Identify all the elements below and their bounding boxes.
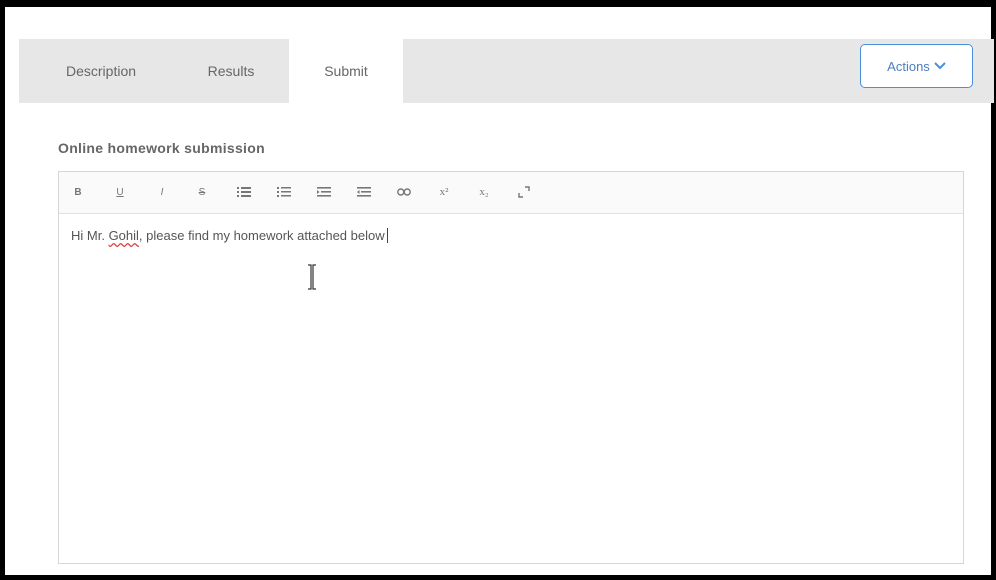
tab-results[interactable]: Results [185, 39, 277, 103]
superscript-icon[interactable]: x² [433, 182, 455, 202]
rich-text-editor: B U I S x² x₂ Hi Mr. Gohil, please find … [58, 171, 964, 564]
outdent-icon[interactable] [353, 182, 375, 202]
numbered-list-icon[interactable] [273, 182, 295, 202]
text-cursor-icon [306, 264, 318, 295]
subscript-icon[interactable]: x₂ [473, 182, 495, 202]
window-frame: Description Results Submit Actions Onlin… [0, 0, 996, 580]
link-icon[interactable] [393, 182, 415, 202]
tab-description[interactable]: Description [41, 39, 161, 103]
underline-label: U [116, 186, 124, 198]
underline-icon[interactable]: U [109, 182, 131, 202]
bullet-list-icon[interactable] [233, 182, 255, 202]
editor-toolbar: B U I S x² x₂ [59, 172, 963, 214]
misspelled-word: Gohil [108, 228, 139, 243]
actions-label: Actions [887, 58, 930, 74]
editor-content[interactable]: Hi Mr. Gohil, please find my homework at… [71, 228, 388, 243]
chevron-down-icon [934, 62, 946, 70]
tab-submit[interactable]: Submit [289, 39, 403, 103]
tab-bar: Description Results Submit Actions [19, 39, 994, 103]
bold-label: B [74, 186, 82, 198]
italic-label: I [160, 186, 164, 198]
bold-icon[interactable]: B [67, 182, 89, 202]
subscript-label: x₂ [479, 186, 489, 198]
indent-icon[interactable] [313, 182, 335, 202]
strikethrough-label: S [198, 186, 206, 198]
superscript-label: x² [439, 186, 449, 198]
editor-text-start: Hi Mr. [71, 228, 109, 243]
section-title: Online homework submission [58, 140, 265, 156]
strikethrough-icon[interactable]: S [191, 182, 213, 202]
fullscreen-icon[interactable] [513, 182, 535, 202]
text-caret [386, 228, 388, 243]
italic-icon[interactable]: I [151, 182, 173, 202]
actions-button[interactable]: Actions [860, 44, 973, 88]
editor-text-end: , please find my homework attached below [138, 228, 385, 243]
